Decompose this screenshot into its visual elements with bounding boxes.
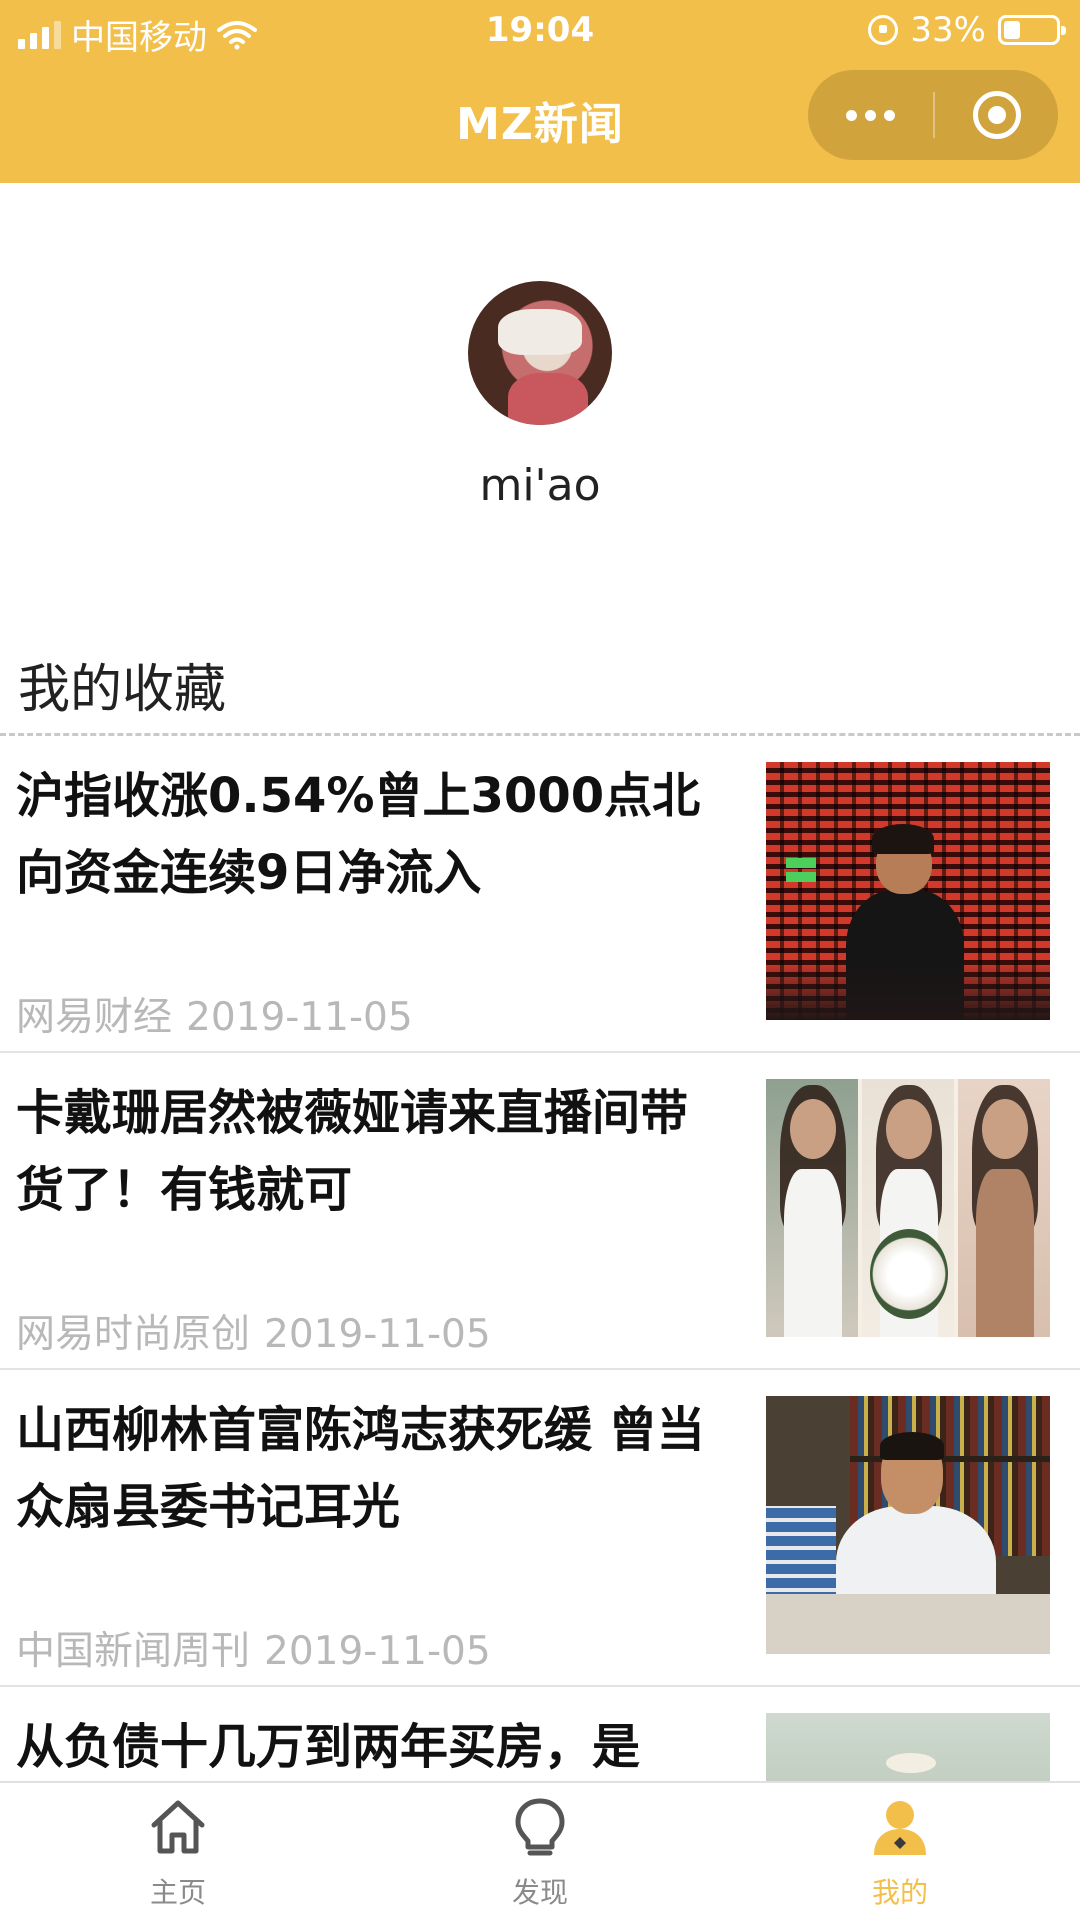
dot-icon — [884, 109, 895, 121]
news-date: 2019-11-05 — [264, 1312, 491, 1357]
dot-icon — [846, 109, 857, 121]
close-miniprogram-button[interactable] — [935, 70, 1058, 160]
news-meta: 网易财经 2019-11-05 — [16, 986, 413, 1042]
news-meta: 中国新闻周刊 2019-11-05 — [16, 1620, 491, 1676]
status-right: 33% — [868, 10, 1066, 50]
target-icon — [972, 91, 1021, 139]
news-meta: 网易时尚原创 2019-11-05 — [16, 1303, 491, 1359]
page: 中国移动 19:04 33% MZ新闻 mi'ao 我的收藏 沪指收涨0.54%… — [0, 0, 1080, 1921]
tab-label: 主页 — [149, 1876, 206, 1909]
tab-label: 发现 — [511, 1876, 568, 1909]
tab-discover[interactable]: 发现 — [440, 1783, 640, 1921]
news-thumbnail[interactable] — [766, 762, 1050, 1020]
battery-percent: 33% — [910, 10, 986, 50]
news-title: 从负债十几万到两年买房，是 — [16, 1719, 641, 1775]
news-source: 网易时尚原创 — [16, 1312, 251, 1357]
status-bar: 中国移动 19:04 33% — [0, 0, 1080, 60]
tab-label: 我的 — [871, 1876, 928, 1909]
news-title: 沪指收涨0.54%曾上3000点北向资金连续9日净流入 — [16, 768, 701, 901]
battery-icon — [998, 15, 1066, 45]
avatar-shirt — [508, 373, 588, 425]
user-icon — [874, 1801, 926, 1855]
tab-bar: 主页 发现 我的 — [0, 1781, 1080, 1921]
miniprogram-capsule — [808, 70, 1058, 160]
news-date: 2019-11-05 — [186, 995, 413, 1040]
avatar-face — [498, 309, 582, 355]
more-button[interactable] — [808, 70, 933, 160]
favorites-list: 沪指收涨0.54%曾上3000点北向资金连续9日净流入 网易财经 2019-11-… — [0, 736, 1080, 1921]
news-item[interactable]: 沪指收涨0.54%曾上3000点北向资金连续9日净流入 网易财经 2019-11-… — [0, 736, 1080, 1053]
username: mi'ao — [479, 460, 601, 511]
top-bar: 中国移动 19:04 33% MZ新闻 — [0, 0, 1080, 183]
avatar[interactable] — [468, 281, 612, 425]
news-thumbnail[interactable] — [766, 1079, 1050, 1337]
news-title: 山西柳林首富陈鸿志获死缓 曾当众扇县委书记耳光 — [16, 1402, 705, 1535]
news-thumbnail[interactable] — [766, 1396, 1050, 1654]
tab-home[interactable]: 主页 — [78, 1783, 278, 1921]
news-title: 卡戴珊居然被薇娅请来直播间带货了！有钱就可 — [16, 1085, 689, 1218]
favorites-title: 我的收藏 — [18, 660, 227, 720]
home-icon — [151, 1800, 205, 1854]
tab-mine[interactable]: 我的 — [800, 1783, 1000, 1921]
news-item[interactable]: 山西柳林首富陈鸿志获死缓 曾当众扇县委书记耳光 中国新闻周刊 2019-11-05 — [0, 1370, 1080, 1687]
dot-icon — [865, 109, 876, 121]
news-source: 中国新闻周刊 — [16, 1629, 251, 1674]
news-item[interactable]: 卡戴珊居然被薇娅请来直播间带货了！有钱就可 网易时尚原创 2019-11-05 — [0, 1053, 1080, 1370]
lightbulb-icon — [515, 1798, 565, 1856]
rotation-lock-icon — [868, 15, 899, 45]
news-source: 网易财经 — [16, 995, 173, 1040]
news-date: 2019-11-05 — [264, 1629, 491, 1674]
